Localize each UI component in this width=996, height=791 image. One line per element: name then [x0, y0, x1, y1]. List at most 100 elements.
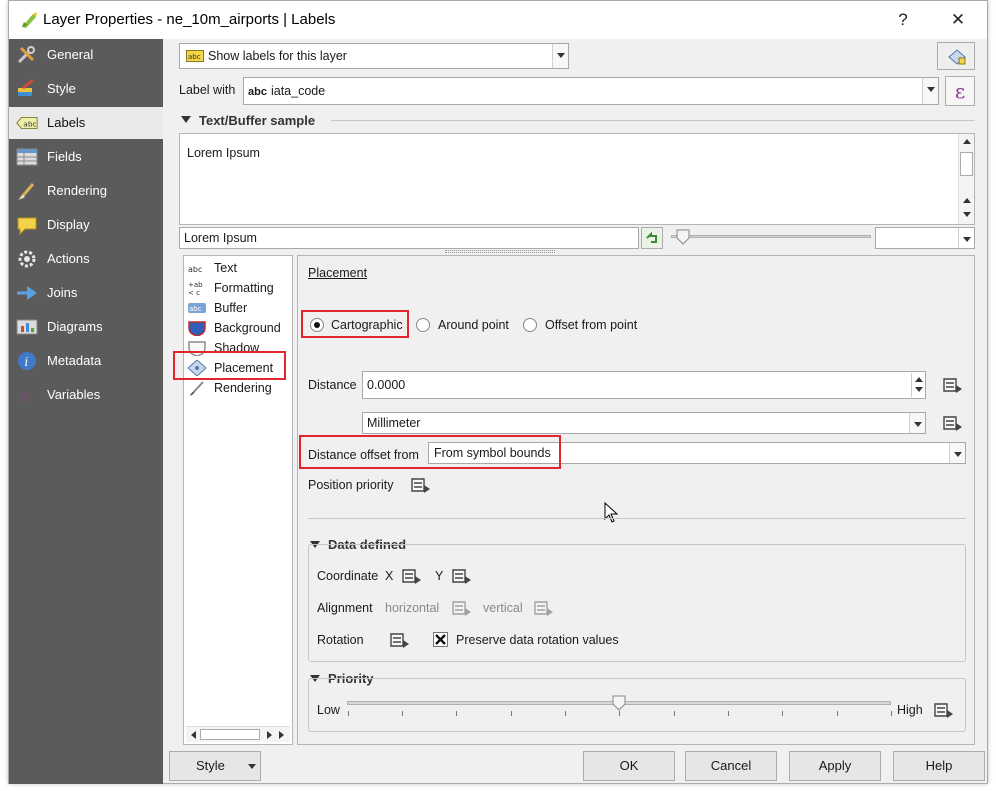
info-icon: i	[18, 352, 36, 370]
abc-buffer-icon: abc	[188, 303, 206, 313]
sample-preview-area: Lorem Ipsum	[179, 133, 975, 225]
priority-slider-handle[interactable]	[612, 695, 626, 711]
paintbrush-icon	[18, 78, 34, 96]
sidebar-item-display[interactable]: Display	[9, 209, 163, 241]
sidebar-item-metadata[interactable]: i Metadata	[9, 345, 163, 377]
tab-background[interactable]: Background	[184, 318, 292, 338]
table-icon	[16, 148, 38, 166]
svg-text:abc: abc	[188, 53, 201, 61]
svg-text:< c: < c	[188, 289, 200, 296]
splitter-handle[interactable]	[445, 250, 555, 253]
priority-slider[interactable]	[347, 695, 892, 716]
sidebar-item-general[interactable]: General	[9, 39, 163, 71]
tab-buffer[interactable]: abc Buffer	[184, 298, 292, 318]
preserve-rotation-checkbox[interactable]	[433, 632, 448, 647]
ok-button[interactable]: OK	[583, 751, 675, 781]
radio-around-point[interactable]	[416, 318, 430, 332]
coordinate-x-label: X	[385, 569, 394, 583]
slider-handle[interactable]	[676, 229, 690, 245]
sample-text-input[interactable]: Lorem Ipsum	[179, 227, 639, 249]
distance-unit-select[interactable]: Millimeter	[362, 412, 926, 434]
sidebar-item-variables[interactable]: ε Variables	[9, 379, 163, 411]
abc-label-icon: abc	[186, 50, 204, 62]
svg-text:ε: ε	[21, 386, 30, 406]
data-defined-override-icon[interactable]	[451, 567, 473, 585]
layer-properties-window: Layer Properties - ne_10m_airports | Lab…	[8, 0, 988, 784]
qgis-logo-icon	[22, 12, 37, 28]
highlight-offset-from	[299, 435, 561, 469]
preview-scrollbar[interactable]	[958, 134, 974, 224]
sample-scale-combo[interactable]	[875, 227, 975, 249]
position-priority-label: Position priority	[308, 478, 394, 492]
coordinate-label: Coordinate	[317, 569, 379, 583]
collapse-sample-icon[interactable]	[181, 116, 191, 123]
sidebar: General Style abc Labels Fields Renderin…	[9, 39, 163, 784]
shield-icon	[188, 321, 206, 336]
data-defined-override-icon[interactable]	[942, 414, 964, 432]
data-defined-override-icon	[534, 601, 553, 616]
around-point-label: Around point	[438, 318, 509, 332]
data-defined-override-icon[interactable]	[942, 376, 964, 394]
rule-based-labeling-button[interactable]	[937, 42, 975, 70]
tab-rendering[interactable]: Rendering	[184, 378, 292, 398]
label-mode-select[interactable]: abc Show labels for this layer	[179, 43, 569, 69]
sample-section-title: Text/Buffer sample	[199, 113, 316, 128]
close-window-button[interactable]: ✕	[944, 7, 972, 33]
wrench-icon	[17, 46, 35, 64]
abc-label-icon: abc	[16, 117, 38, 129]
sample-scale-slider[interactable]	[671, 229, 871, 245]
brush-icon	[18, 183, 35, 200]
sidebar-item-joins[interactable]: Joins	[9, 277, 163, 309]
sidebar-item-fields[interactable]: Fields	[9, 141, 163, 173]
distance-label: Distance	[308, 378, 357, 392]
window-title: Layer Properties - ne_10m_airports | Lab…	[43, 11, 336, 28]
speech-bubble-icon	[17, 217, 37, 236]
abc-text-icon: abc	[188, 265, 202, 274]
label-field-combo[interactable]: abc iata_code	[243, 77, 939, 105]
highlight-placement-tab	[173, 351, 286, 380]
data-defined-override-icon[interactable]	[401, 567, 423, 585]
string-field-badge: abc	[248, 86, 267, 98]
gear-icon	[18, 250, 36, 268]
sidebar-item-diagrams[interactable]: Diagrams	[9, 311, 163, 343]
cancel-button[interactable]: Cancel	[685, 751, 777, 781]
mouse-cursor-icon	[604, 502, 619, 523]
sidebar-item-actions[interactable]: Actions	[9, 243, 163, 275]
reset-sample-button[interactable]	[641, 227, 663, 249]
label-field-value: iata_code	[270, 84, 326, 98]
help-button[interactable]: Help	[893, 751, 985, 781]
alignment-horizontal-label: horizontal	[385, 601, 440, 615]
rendering-brush-icon	[189, 381, 204, 396]
sidebar-item-rendering[interactable]: Rendering	[9, 175, 163, 207]
style-menu-button[interactable]: Style	[169, 751, 261, 781]
priority-low-label: Low	[317, 703, 340, 717]
apply-button[interactable]: Apply	[789, 751, 881, 781]
svg-text:+ab: +ab	[188, 281, 203, 289]
priority-ticks	[348, 711, 892, 717]
preserve-rotation-label: Preserve data rotation values	[456, 633, 619, 647]
svg-text:i: i	[25, 355, 29, 369]
tab-list-scrollbar[interactable]	[186, 726, 290, 742]
title-bar: Layer Properties - ne_10m_airports | Lab…	[9, 1, 987, 39]
sidebar-item-style[interactable]: Style	[9, 73, 163, 105]
tab-formatting[interactable]: +ab < c Formatting	[184, 278, 292, 298]
distance-spinbox[interactable]: 0.0000	[362, 371, 926, 399]
coordinate-y-label: Y	[435, 569, 444, 583]
offset-from-point-label: Offset from point	[545, 318, 638, 332]
label-settings-tab-list: abc Text +ab < c Formatting abc Buffer Ba…	[183, 255, 293, 745]
epsilon-icon: ε	[21, 386, 30, 406]
data-defined-override-icon[interactable]	[933, 701, 955, 719]
chevron-down-icon	[248, 764, 256, 769]
help-title-button[interactable]: ?	[889, 7, 917, 33]
alignment-vertical-label: vertical	[483, 601, 523, 615]
placement-heading: Placement	[308, 266, 368, 280]
data-defined-override-icon[interactable]	[410, 476, 432, 494]
alignment-label: Alignment	[317, 601, 373, 615]
sidebar-item-labels[interactable]: abc Labels	[9, 107, 163, 139]
expression-builder-button[interactable]: ε	[945, 76, 975, 106]
undo-arrow-icon	[646, 232, 657, 243]
radio-offset-from-point[interactable]	[523, 318, 537, 332]
tab-text[interactable]: abc Text	[184, 258, 292, 278]
rotation-label: Rotation	[317, 633, 364, 647]
data-defined-override-icon[interactable]	[389, 631, 411, 649]
